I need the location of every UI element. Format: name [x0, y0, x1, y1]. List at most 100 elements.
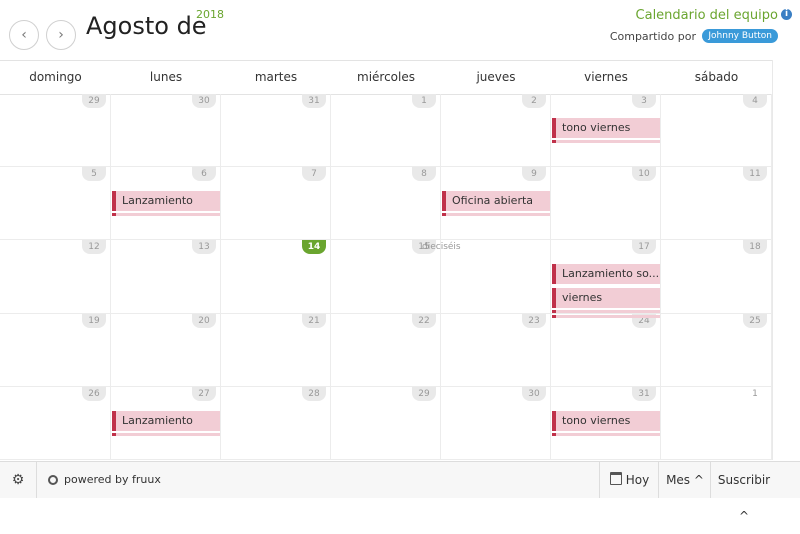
info-icon[interactable]: i [781, 9, 792, 20]
calendar-event[interactable]: viernes [552, 288, 660, 309]
calendar-event[interactable]: Lanzamiento so... [552, 264, 660, 285]
day-number: 31 [632, 386, 656, 401]
weekday-label: sábado [694, 70, 739, 84]
day-number: 12 [82, 240, 106, 255]
calendar-icon [609, 472, 622, 485]
day-cell[interactable]: 13 [111, 240, 221, 314]
day-number: 21 [302, 313, 326, 328]
day-number: 22 [412, 313, 436, 328]
event-continuation-bar [552, 140, 660, 143]
day-cell[interactable]: 14 [221, 240, 331, 314]
day-cell[interactable]: 21 [221, 313, 331, 387]
day-cell[interactable]: dieciséis [422, 240, 551, 314]
day-cell[interactable]: 5 [0, 167, 111, 241]
calendar-event[interactable]: Lanzamiento [112, 410, 220, 431]
day-number: 30 [522, 386, 546, 401]
fruux-icon [48, 475, 58, 485]
view-select-button[interactable]: Mes ^ [658, 462, 711, 498]
day-cell[interactable]: 11 [661, 167, 772, 241]
day-number: 27 [192, 386, 216, 401]
event-continuation-bar [552, 315, 660, 319]
day-cell[interactable]: 24 [551, 313, 661, 387]
day-number: 1 [412, 94, 436, 108]
calendar-event[interactable]: tono viernes [552, 118, 660, 138]
day-cell[interactable]: 25 [661, 313, 772, 387]
event-continuation-bar [112, 213, 220, 217]
day-number: 8 [412, 167, 436, 182]
day-cell[interactable]: 22 [331, 313, 441, 387]
weekday-label: miércoles [357, 70, 415, 84]
event-continuation-bar [112, 432, 220, 436]
day-number: 1 [752, 388, 758, 399]
day-cell[interactable]: 26 [0, 386, 111, 460]
day-number: 10 [632, 167, 656, 182]
chevron-left-icon: ‹ [21, 27, 27, 43]
day-cell[interactable]: 10 [551, 167, 661, 241]
day-number: 20 [192, 313, 216, 328]
day-number: 9 [522, 167, 546, 182]
weekday-label: jueves [476, 70, 516, 84]
day-cell[interactable]: 23 [441, 313, 551, 387]
chevron-right-icon: › [58, 27, 64, 43]
day-cell[interactable]: 20 [111, 313, 221, 387]
weekday-label: domingo [29, 70, 82, 84]
day-number: 23 [522, 313, 546, 328]
day-cell[interactable]: 2 [441, 94, 551, 168]
settings-button[interactable]: ⚙ [0, 462, 37, 498]
today-label: Hoy [625, 473, 650, 487]
event-continuation-bar [552, 310, 660, 314]
today-button[interactable]: Hoy [599, 462, 659, 498]
subscribe-button[interactable]: Suscribir ^ [710, 462, 777, 523]
month-title: Agosto de [86, 12, 207, 40]
day-cell[interactable]: 8 [331, 167, 441, 241]
day-number: 26 [82, 386, 106, 401]
day-number: 29 [82, 94, 106, 108]
day-cell[interactable]: 30 [111, 94, 221, 168]
calendar-name[interactable]: Calendario del equipo [636, 8, 778, 23]
day-cell[interactable]: 30 [441, 386, 551, 460]
day-number: 2 [522, 94, 546, 108]
scrollbar[interactable] [772, 60, 800, 460]
view-label: Mes ^ [666, 473, 704, 487]
gear-icon: ⚙ [11, 472, 25, 488]
next-month-button[interactable]: › [46, 20, 76, 50]
weekday-label: martes [254, 70, 298, 84]
powered-by[interactable]: powered by fruux [48, 462, 161, 498]
day-number: 13 [192, 240, 216, 255]
shared-by-label: Compartido por [609, 30, 696, 43]
day-cell[interactable]: 7 [221, 167, 331, 241]
day-number: 31 [302, 94, 326, 108]
day-cell[interactable]: 31 [221, 94, 331, 168]
day-number: 19 [82, 313, 106, 328]
owner-badge[interactable]: Johnny Button [702, 29, 778, 43]
prev-month-button[interactable]: ‹ [9, 20, 39, 50]
calendar-event[interactable]: tono viernes [552, 410, 660, 431]
day-number: 28 [302, 386, 326, 401]
day-cell[interactable]: 29 [331, 386, 441, 460]
day-number: 3 [632, 94, 656, 108]
weekday-label: lunes [149, 70, 183, 84]
event-continuation-bar [552, 432, 660, 436]
day-number: 18 [743, 240, 767, 255]
year-label: 2018 [196, 8, 224, 21]
day-number: 25 [743, 313, 767, 328]
day-number: 29 [412, 386, 436, 401]
day-number: 7 [302, 167, 326, 182]
day-cell[interactable]: 1 [661, 386, 772, 460]
weekday-header: domingo lunes martes miércoles jueves viernes… [0, 60, 772, 95]
day-cell[interactable]: 1 [331, 94, 441, 168]
day-cell[interactable]: 4 [661, 94, 772, 168]
day-cell[interactable]: 18 [661, 240, 772, 314]
day-cell[interactable]: 28 [221, 386, 331, 460]
day-cell[interactable]: 12 [0, 240, 111, 314]
day-number: 17 [632, 240, 656, 255]
calendar-header: ‹ › Agosto de 2018 Calendario del equipo… [0, 0, 800, 61]
day-number: 4 [743, 94, 767, 108]
day-number: 5 [82, 167, 106, 182]
day-number: 14 [302, 240, 326, 255]
day-cell[interactable]: 19 [0, 313, 111, 387]
day-cell[interactable]: 29 [0, 94, 111, 168]
day-number: 11 [743, 167, 767, 182]
calendar-event[interactable]: Oficina abierta [442, 191, 550, 212]
calendar-event[interactable]: Lanzamiento [112, 191, 220, 212]
